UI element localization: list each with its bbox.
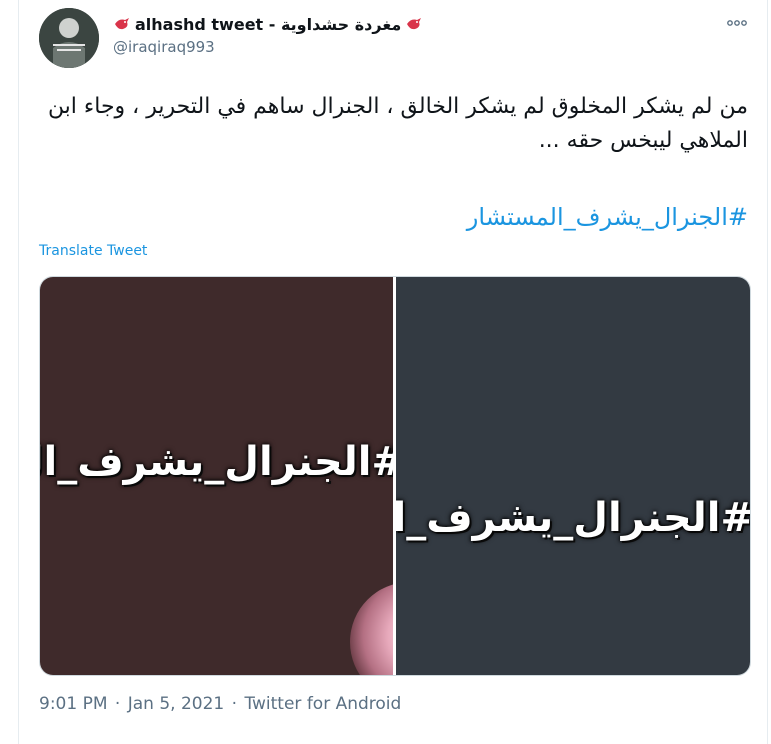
meta-separator: · <box>114 694 121 714</box>
tweet-media[interactable]: #الجنرال_يشرف_المستشار #الجنرال_يشرف_الم… <box>39 276 751 676</box>
tweet-time[interactable]: 9:01 PM <box>39 694 108 714</box>
image-caption-right: #الجنرال_يشرف_المستشار <box>396 495 750 541</box>
avatar[interactable] <box>39 8 99 68</box>
hashtag-link[interactable]: #الجنرال_يشرف_المستشار <box>40 200 748 234</box>
more-icon[interactable] <box>726 14 748 32</box>
tweet-date[interactable]: Jan 5, 2021 <box>128 694 225 714</box>
media-image-left[interactable]: #الجنرال_يشرف_المستشار <box>40 277 393 675</box>
bird-emoji <box>115 18 129 30</box>
tweet-source[interactable]: Twitter for Android <box>244 694 401 714</box>
translate-tweet-link[interactable]: Translate Tweet <box>39 243 147 259</box>
tweet-meta: 9:01 PM · Jan 5, 2021 · Twitter for Andr… <box>39 694 403 714</box>
image-figure <box>350 582 393 675</box>
image-caption-left: #الجنرال_يشرف_المستشار <box>40 439 393 485</box>
media-image-right[interactable]: #الجنرال_يشرف_المستشار <box>396 277 750 675</box>
display-name[interactable]: alhashd tweet - مغردة حشداوية <box>135 15 401 34</box>
tweet-text: من لم يشكر المخلوق لم يشكر الخالق ، الجن… <box>47 94 748 153</box>
meta-separator: · <box>231 694 238 714</box>
bird-emoji <box>407 18 422 30</box>
user-handle[interactable]: @iraqiraq993 <box>113 38 423 56</box>
tweet-header: alhashd tweet - مغردة حشداوية @iraqiraq9… <box>113 12 423 56</box>
